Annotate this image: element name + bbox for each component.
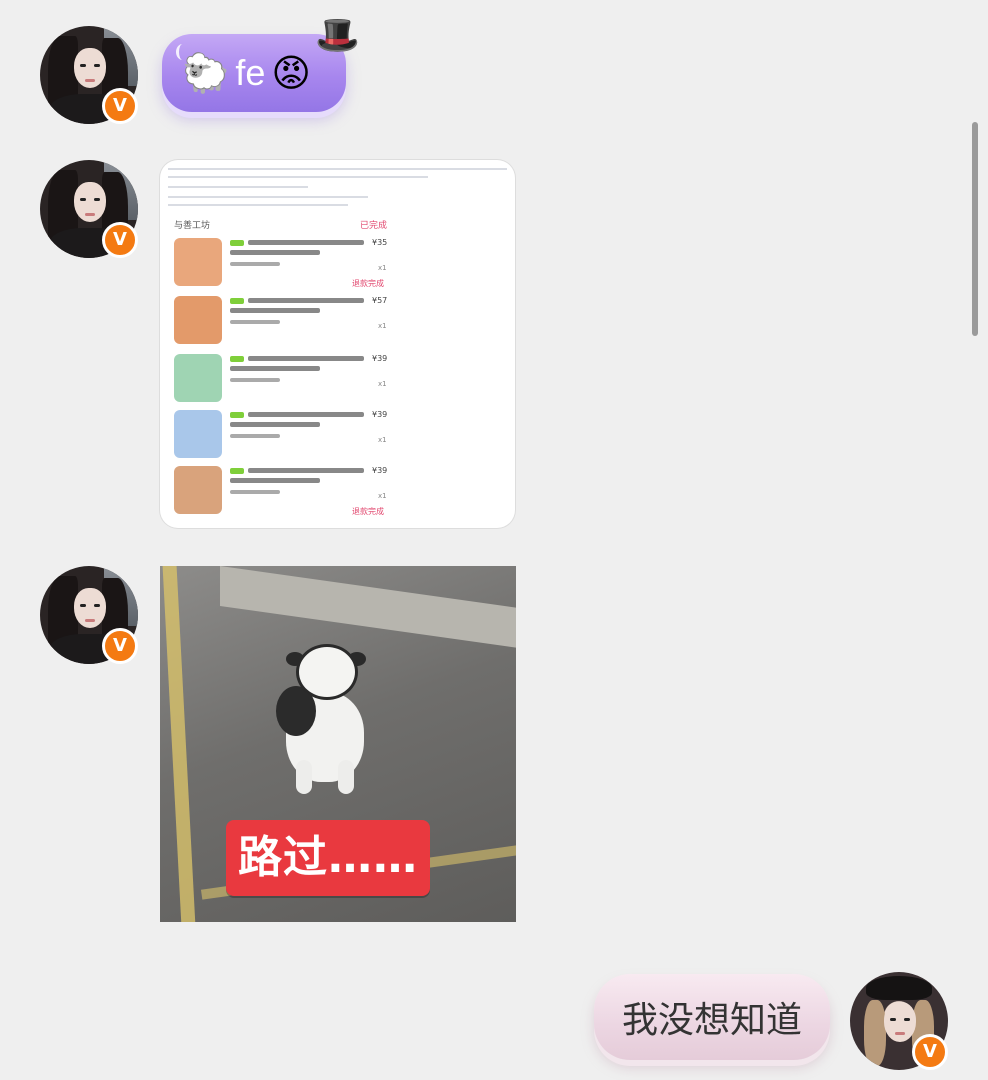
order-item: ¥39 x1 退款完成 xyxy=(174,466,390,520)
order-price: ¥35 xyxy=(372,238,388,247)
order-item: ¥57 x1 xyxy=(174,296,390,350)
product-thumbnail xyxy=(174,466,222,514)
image-message-order-screenshot[interactable]: 与善工坊 已完成 ¥35 x1 退款完成 ¥57 x1 ¥39 x1 ¥39 x… xyxy=(160,160,515,528)
image-message-meme[interactable]: 路过…… xyxy=(160,566,516,922)
self-text-message-bubble[interactable]: 我没想知道 xyxy=(594,974,830,1060)
order-item: ¥35 x1 退款完成 xyxy=(174,238,390,292)
top-hat-icon: 🎩 xyxy=(315,15,360,56)
sparkle-decoration xyxy=(176,44,189,60)
product-thumbnail xyxy=(174,354,222,402)
verified-badge-icon: V xyxy=(102,222,138,258)
scrollbar[interactable] xyxy=(972,122,978,336)
order-item: ¥39 x1 xyxy=(174,410,390,464)
sticker-message-bubble[interactable]: 🐑 fe 😡 🎩 xyxy=(162,15,360,112)
meme-caption: 路过…… xyxy=(226,820,430,896)
order-item: ¥39 x1 xyxy=(174,354,390,408)
order-price: ¥57 xyxy=(372,296,388,305)
order-price: ¥39 xyxy=(372,410,388,419)
verified-badge-icon: V xyxy=(102,628,138,664)
message-text: 我没想知道 xyxy=(621,1000,802,1041)
order-qty: x1 xyxy=(378,264,387,272)
order-action: 退款完成 xyxy=(352,279,384,288)
order-qty: x1 xyxy=(378,492,387,500)
contact-avatar[interactable]: V xyxy=(40,160,138,258)
order-price: ¥39 xyxy=(372,354,388,363)
order-status: 已完成 xyxy=(360,221,388,231)
order-qty: x1 xyxy=(378,322,387,330)
order-price: ¥39 xyxy=(372,466,388,475)
product-thumbnail xyxy=(174,238,222,286)
angry-face-emoji: 😡 xyxy=(271,51,311,95)
verified-badge-icon: V xyxy=(102,88,138,124)
sheep-emoji: 🐑 xyxy=(182,51,230,95)
self-avatar[interactable]: V xyxy=(850,972,948,1070)
order-qty: x1 xyxy=(378,436,387,444)
verified-badge-icon: V xyxy=(912,1034,948,1070)
shop-name: 与善工坊 xyxy=(174,221,211,231)
sticker-text: fe xyxy=(235,52,266,93)
contact-avatar[interactable]: V xyxy=(40,26,138,124)
product-thumbnail xyxy=(174,410,222,458)
contact-avatar[interactable]: V xyxy=(40,566,138,664)
order-qty: x1 xyxy=(378,380,387,388)
product-thumbnail xyxy=(174,296,222,344)
order-action: 退款完成 xyxy=(352,507,384,516)
cow-figure xyxy=(268,644,378,794)
